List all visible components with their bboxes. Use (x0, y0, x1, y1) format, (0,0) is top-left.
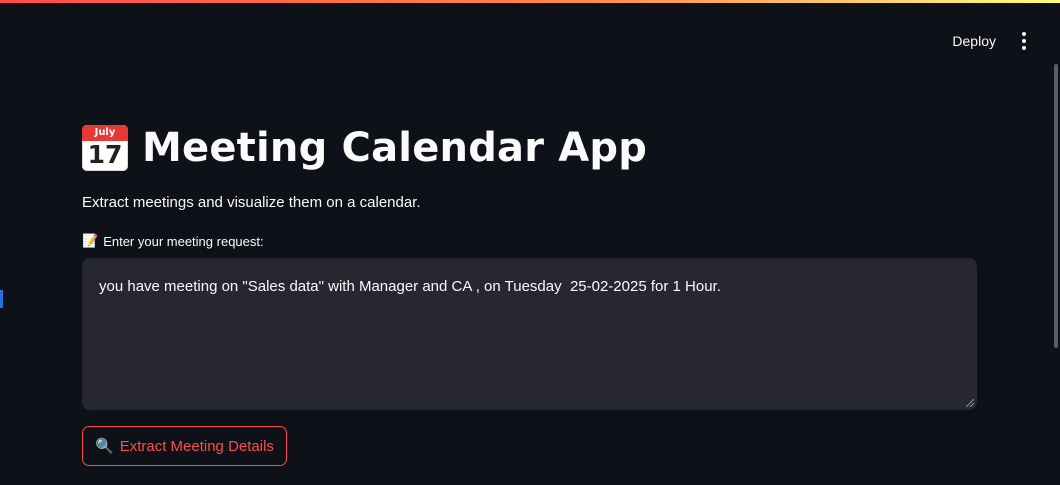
extract-button-label: Extract Meeting Details (119, 437, 274, 455)
deploy-button[interactable]: Deploy (948, 31, 1000, 51)
search-icon: 🔍 (95, 437, 114, 455)
textarea-resize-handle[interactable] (966, 399, 974, 407)
meeting-request-label: 📝 Enter your meeting request: (82, 234, 978, 249)
scrollbar[interactable] (1054, 64, 1058, 348)
kebab-menu-icon[interactable] (1014, 28, 1034, 54)
streamlit-app: Deploy July 17 Meeting Calendar App Extr… (0, 0, 1060, 485)
left-edge (0, 6, 3, 485)
page-subtitle: Extract meetings and visualize them on a… (82, 194, 421, 211)
meeting-request-field-container (82, 258, 977, 410)
memo-icon: 📝 (82, 234, 99, 249)
left-edge-indicator (0, 290, 3, 308)
meeting-request-textarea[interactable] (82, 258, 977, 410)
calendar-icon: July 17 (82, 125, 128, 171)
title-row: July 17 Meeting Calendar App (82, 118, 978, 178)
meeting-request-label-text: Enter your meeting request: (103, 234, 264, 249)
calendar-icon-day: 17 (87, 140, 123, 169)
calendar-icon-month: July (82, 125, 128, 141)
app-header: Deploy (948, 28, 1034, 54)
top-decoration-stripe (0, 0, 1060, 6)
extract-meeting-details-button[interactable]: 🔍 Extract Meeting Details (82, 426, 287, 466)
page-title: Meeting Calendar App (142, 125, 648, 171)
main-content: July 17 Meeting Calendar App Extract mee… (82, 118, 978, 466)
